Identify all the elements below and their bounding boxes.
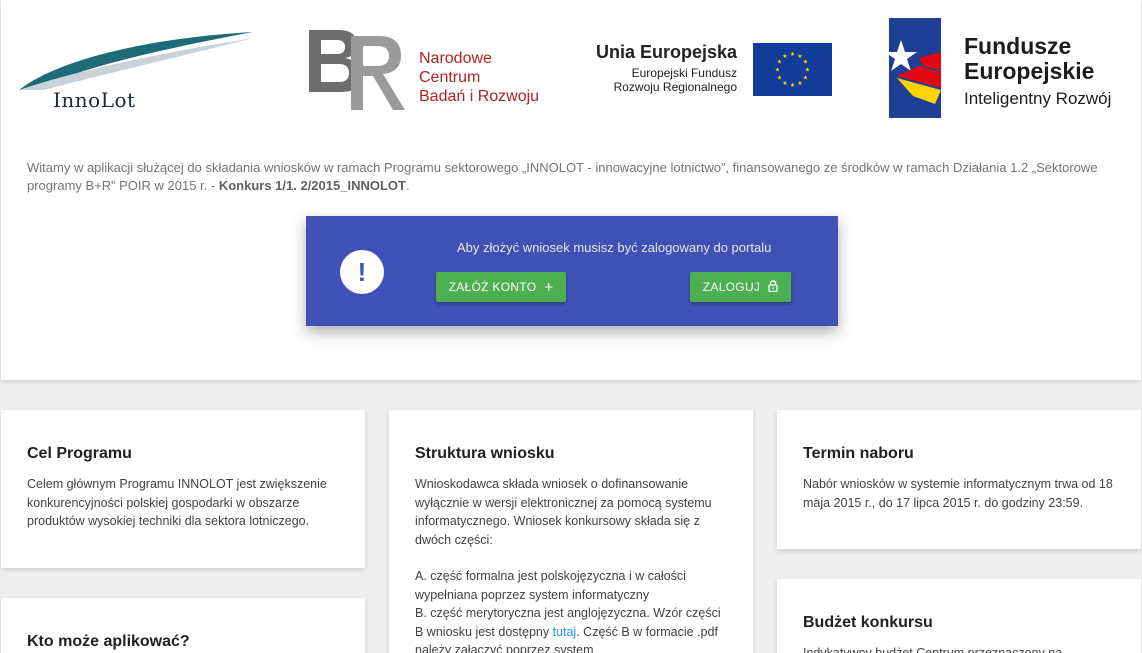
innolot-swoosh-icon bbox=[19, 32, 253, 94]
exclamation-icon: ! bbox=[340, 250, 384, 294]
register-button-label: ZAŁÓŻ KONTO bbox=[448, 280, 537, 294]
card-title: Cel Programu bbox=[27, 445, 132, 462]
svg-text:★: ★ bbox=[782, 53, 787, 60]
eu-subtitle-line-1: Europejski Fundusz bbox=[631, 66, 737, 80]
innolot-logo: InnoLot bbox=[17, 30, 257, 112]
fe-title-line-1: Fundusze bbox=[964, 33, 1072, 59]
card-title: Struktura wniosku bbox=[415, 445, 555, 462]
card-title: Termin naboru bbox=[803, 445, 914, 462]
card-budzet-konkursu: Budżet konkursu Indykatywny budżet Centr… bbox=[777, 579, 1141, 653]
login-button-label: ZALOGUJ bbox=[702, 280, 761, 294]
header-card: InnoLot Narodowe Centrum Badań i Rozwoju… bbox=[1, 0, 1141, 380]
ncbr-name: Narodowe Centrum Badań i Rozwoju bbox=[419, 49, 555, 106]
ncbr-logo: Narodowe Centrum Badań i Rozwoju bbox=[305, 26, 555, 114]
card-cel-programu: Cel Programu Celem głównym Programu INNO… bbox=[1, 410, 365, 568]
eu-subtitle-line-2: Rozwoju Regionalnego bbox=[613, 80, 737, 94]
part-a-text: A. część formalna jest polskojęzyczna i … bbox=[415, 569, 686, 602]
svg-text:★: ★ bbox=[777, 75, 782, 82]
login-prompt-box: ! Aby złożyć wniosek musisz być zalogowa… bbox=[306, 216, 838, 326]
svg-text:★: ★ bbox=[782, 80, 787, 87]
register-button[interactable]: ZAŁÓŻ KONTO + bbox=[436, 272, 566, 302]
svg-text:★: ★ bbox=[790, 82, 795, 89]
fundusze-europejskie-logo: Fundusze Europejskie Inteligentny Rozwój bbox=[885, 18, 1139, 122]
eu-title: Unia Europejska bbox=[595, 42, 737, 62]
card-kto-moze-aplikowac: Kto może aplikować? bbox=[1, 598, 365, 653]
intro-main: Witamy w aplikacji służącej do składania… bbox=[27, 160, 1098, 193]
svg-text:★: ★ bbox=[803, 75, 808, 82]
eu-subtitle: Europejski Fundusz Rozwoju Regionalnego bbox=[614, 66, 737, 94]
card-body-parts: A. część formalna jest polskojęzyczna i … bbox=[415, 567, 727, 653]
svg-text:★: ★ bbox=[790, 51, 795, 58]
fundusze-europejskie-mark-icon bbox=[885, 18, 941, 118]
login-message: Aby złożyć wniosek musisz być zalogowany… bbox=[457, 240, 772, 255]
login-button[interactable]: ZALOGUJ bbox=[690, 272, 791, 302]
card-body: Celem głównym Programu INNOLOT jest zwię… bbox=[27, 477, 327, 528]
innolot-wordmark: InnoLot bbox=[53, 88, 136, 112]
ncbr-br-mark-icon bbox=[309, 30, 405, 110]
svg-text:★: ★ bbox=[805, 67, 810, 74]
svg-text:★: ★ bbox=[775, 67, 780, 74]
card-title: Budżet konkursu bbox=[803, 614, 933, 631]
card-body: Wnioskodawca składa wniosek o dofinansow… bbox=[415, 477, 712, 547]
card-termin-naboru: Termin naboru Nabór wniosków w systemie … bbox=[777, 410, 1141, 549]
intro-text: Witamy w aplikacji służącej do składania… bbox=[27, 159, 1117, 195]
intro-contest: Konkurs 1/1. 2/2015_INNOLOT bbox=[218, 178, 406, 193]
eu-logo: Unia Europejska Europejski Fundusz Rozwo… bbox=[595, 42, 837, 102]
ncbr-name-line-1: Narodowe Centrum bbox=[419, 50, 492, 86]
ncbr-name-line-2: Badań i Rozwoju bbox=[419, 88, 540, 105]
svg-text:★: ★ bbox=[797, 80, 802, 87]
lock-icon bbox=[768, 273, 778, 303]
fe-title: Fundusze Europejskie bbox=[964, 34, 1094, 84]
card-struktura-wniosku: Struktura wniosku Wnioskodawca składa wn… bbox=[389, 410, 753, 653]
eu-flag-icon: ★ ★ ★ ★ ★ ★ ★ ★ ★ ★ ★ ★ bbox=[753, 43, 832, 96]
fe-title-line-2: Europejskie bbox=[964, 58, 1095, 84]
intro-end: . bbox=[405, 178, 410, 193]
card-title: Kto może aplikować? bbox=[27, 633, 190, 650]
fe-subtitle: Inteligentny Rozwój bbox=[964, 89, 1112, 108]
svg-text:★: ★ bbox=[803, 59, 808, 66]
plus-icon: + bbox=[544, 278, 554, 296]
card-body: Indykatywny budżet Centrum przeznaczony … bbox=[803, 646, 1063, 653]
card-body: Nabór wniosków w systemie informatycznym… bbox=[803, 477, 1113, 510]
template-link[interactable]: tutaj bbox=[553, 625, 577, 639]
